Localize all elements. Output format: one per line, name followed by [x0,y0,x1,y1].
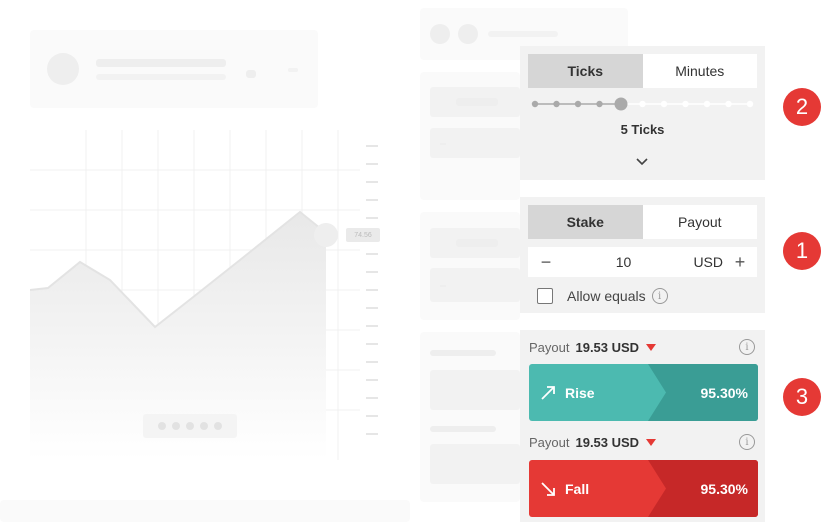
slider-step[interactable] [639,100,646,108]
slider-step[interactable] [703,100,711,108]
payout-label: Payout [529,339,570,355]
allow-equals-label: Allow equals [567,288,646,304]
current-price-tag: 74.56 [346,228,380,242]
stake-panel: Stake Payout − 10 USD + Allow equals i [520,197,765,313]
tab-payout[interactable]: Payout [643,205,758,239]
slider-step[interactable] [682,100,689,108]
rise-payout-row: Payout 19.53 USD i [529,339,757,355]
purchase-panel: Payout 19.53 USD i Rise 95.30% Payout 19… [520,330,765,522]
triangle-placeholder [246,70,256,78]
slider-step[interactable] [574,100,582,108]
allow-equals-row: Allow equals i [537,288,668,304]
slider-step[interactable] [553,100,560,108]
rise-percent: 95.30% [700,384,748,401]
decrease-stake-button[interactable]: − [528,252,564,273]
slider-step[interactable] [596,100,603,108]
stake-currency: USD [693,254,723,270]
fall-payout-row: Payout 19.53 USD i [529,434,757,450]
fall-percent: 95.30% [700,480,748,497]
info-icon[interactable]: i [739,434,755,450]
subtitle-placeholder [96,74,226,80]
fall-button[interactable]: Fall 95.30% [529,460,758,517]
caret-down-icon [646,343,657,351]
tab-ticks[interactable]: Ticks [528,54,643,88]
chart-placeholder [30,130,380,460]
tab-stake[interactable]: Stake [528,205,643,239]
step-badge-stake: 1 [783,232,821,270]
slider-step[interactable] [531,100,539,108]
rise-label: Rise [565,384,595,401]
info-icon[interactable]: i [739,339,755,355]
rise-payout-value: 19.53 USD [575,339,640,355]
caret-down-icon [646,438,657,446]
title-placeholder [96,59,226,67]
chart-pager [143,414,237,438]
arrow-down-right-icon [541,481,555,496]
selected-ticks-label: 5 Ticks [620,122,665,137]
fall-label: Fall [565,480,590,497]
slider-step[interactable] [746,100,754,108]
step-badge-purchase: 3 [783,378,821,416]
increase-stake-button[interactable]: + [723,252,757,273]
payout-label: Payout [529,434,570,450]
tab-minutes[interactable]: Minutes [643,54,758,88]
arrow-up-right-icon [541,385,555,400]
ticks-slider[interactable] [530,96,755,112]
slider-step[interactable] [660,100,668,108]
amount-type-toggle: Stake Payout [528,205,757,239]
fall-payout-value: 19.53 USD [575,434,640,450]
stake-amount-input[interactable]: 10 [564,254,683,270]
avatar-placeholder [47,53,79,85]
slider-thumb[interactable] [614,97,628,111]
stake-amount-field: − 10 USD + [528,247,757,277]
allow-equals-checkbox[interactable] [537,288,553,304]
chevron-down-icon[interactable] [634,156,650,168]
duration-type-toggle: Ticks Minutes [528,54,757,88]
info-icon[interactable]: i [651,288,668,304]
duration-panel: Ticks Minutes 5 Ticks [520,46,765,180]
slider-step[interactable] [725,100,732,108]
step-badge-duration: 2 [783,88,821,126]
chevron-placeholder [288,68,298,72]
rise-button[interactable]: Rise 95.30% [529,364,758,421]
